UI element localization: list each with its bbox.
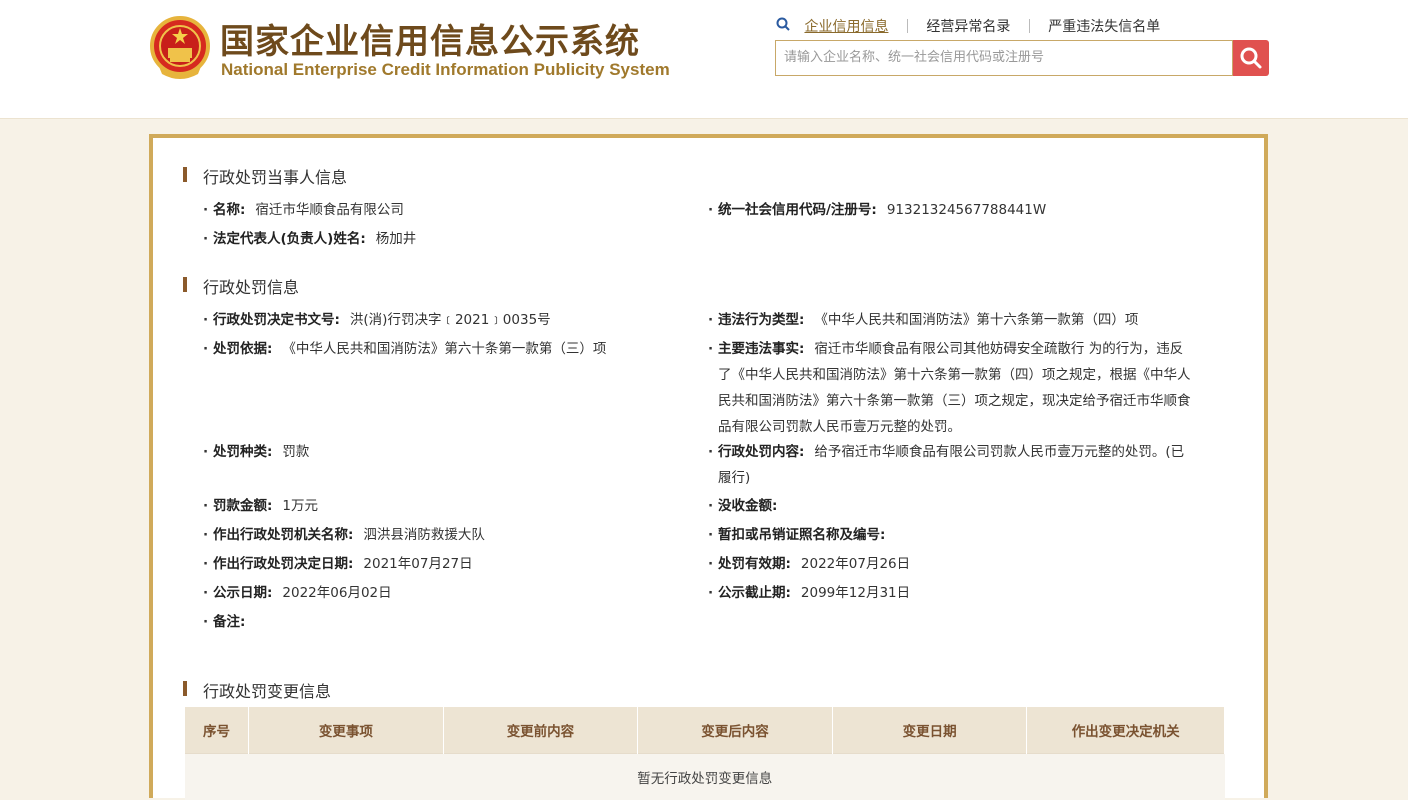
field-confiscate: ·没收金额: [718, 493, 787, 519]
site-title-en: National Enterprise Credit Information P… [221, 60, 670, 80]
field-basis: ·处罚依据:《中华人民共和国消防法》第六十条第一款第（三）项 [213, 336, 606, 362]
detail-panel: 行政处罚当事人信息 ·名称:宿迁市华顺食品有限公司 ·统一社会信用代码/注册号:… [149, 134, 1268, 798]
field-decision-date: ·作出行政处罚决定日期:2021年07月27日 [213, 551, 473, 577]
section-title-changes: 行政处罚变更信息 [185, 678, 331, 702]
table-header-row: 序号 变更事项 变更前内容 变更后内容 变更日期 作出变更决定机关 [185, 707, 1225, 754]
column-header: 变更前内容 [443, 707, 638, 754]
field-license: ·暂扣或吊销证照名称及编号: [718, 522, 895, 548]
nav-divider [907, 19, 908, 33]
top-nav: 企业信用信息 经营异常名录 严重违法失信名单 [776, 16, 1160, 36]
field-legal-rep: ·法定代表人(负责人)姓名:杨加井 [213, 226, 416, 252]
field-content: ·行政处罚内容:给予宿迁市华顺食品有限公司罚款人民币壹万元整的处罚。(已 履行) [718, 439, 1218, 491]
section-title-penalty: 行政处罚信息 [185, 274, 299, 298]
column-header: 变更日期 [832, 707, 1027, 754]
field-amount: ·罚款金额:1万元 [213, 493, 318, 519]
site-title-cn: 国家企业信用信息公示系统 [220, 14, 640, 63]
field-kind: ·处罚种类:罚款 [213, 439, 309, 465]
nav-link-blacklist[interactable]: 严重违法失信名单 [1048, 16, 1160, 36]
field-facts: ·主要违法事实:宿迁市华顺食品有限公司其他妨碍安全疏散行 为的行为，违反 了《中… [718, 336, 1218, 440]
table-row: 暂无行政处罚变更信息 [185, 754, 1225, 800]
field-valid-until: ·处罚有效期:2022年07月26日 [718, 551, 910, 577]
nav-link-credit-info[interactable]: 企业信用信息 [804, 16, 888, 36]
field-remark: ·备注: [213, 609, 255, 635]
search-icon [1239, 46, 1263, 70]
site-header: 国家企业信用信息公示系统 National Enterprise Credit … [0, 0, 1408, 119]
search-box [775, 40, 1233, 76]
field-name: ·名称:宿迁市华顺食品有限公司 [213, 197, 404, 223]
column-header: 作出变更决定机关 [1027, 707, 1225, 754]
section-title-party: 行政处罚当事人信息 [185, 164, 347, 188]
field-violation-type: ·违法行为类型:《中华人民共和国消防法》第十六条第一款第（四）项 [718, 307, 1138, 333]
field-publish-deadline: ·公示截止期:2099年12月31日 [718, 580, 910, 606]
search-button[interactable] [1233, 40, 1269, 76]
search-input[interactable] [776, 41, 1232, 73]
column-header: 变更后内容 [638, 707, 833, 754]
changes-table: 序号 变更事项 变更前内容 变更后内容 变更日期 作出变更决定机关 暂无行政处罚… [185, 707, 1225, 800]
field-publish-date: ·公示日期:2022年06月02日 [213, 580, 392, 606]
nav-link-abnormal-list[interactable]: 经营异常名录 [926, 16, 1010, 36]
column-header: 序号 [185, 707, 249, 754]
column-header: 变更事项 [249, 707, 444, 754]
field-doc-no: ·行政处罚决定书文号:洪(消)行罚决字﹝2021﹞0035号 [213, 307, 551, 333]
search-icon [776, 17, 790, 35]
field-authority: ·作出行政处罚机关名称:泗洪县消防救援大队 [213, 522, 485, 548]
field-credit-code: ·统一社会信用代码/注册号:91321324567788441W [718, 197, 1046, 223]
nav-divider [1029, 19, 1030, 33]
empty-table-message: 暂无行政处罚变更信息 [185, 754, 1225, 800]
national-emblem-icon [150, 16, 210, 80]
